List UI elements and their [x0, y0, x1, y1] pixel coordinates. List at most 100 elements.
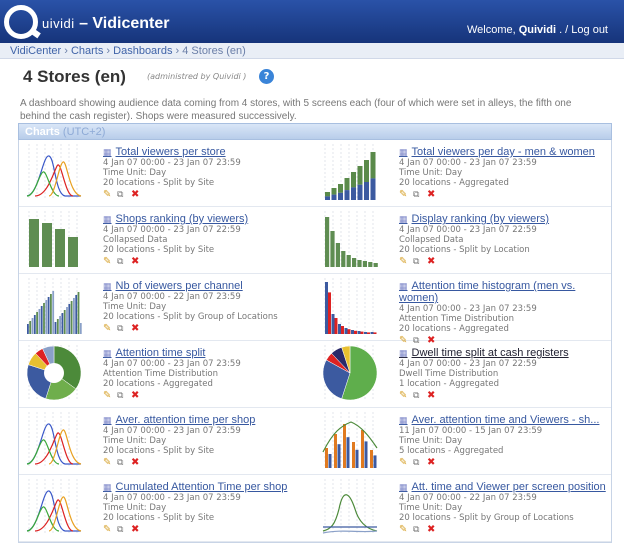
top-bar: uividi – Vidicenter Welcome, Quividi . /… [0, 0, 624, 43]
chart-title-link[interactable]: Att. time and Viewer per screen position [399, 481, 611, 493]
edit-icon[interactable]: ✎ [399, 256, 409, 267]
chart-item: Attention time split4 Jan 07 00:00 - 23 … [19, 341, 315, 408]
chart-dates: 4 Jan 07 00:00 - 23 Jan 07 22:59 [399, 359, 537, 369]
copy-icon[interactable]: ⧉ [117, 458, 127, 468]
chart-title-link[interactable]: Shops ranking (by viewers) [103, 213, 315, 225]
chart-unit: Attention Time Distribution [399, 314, 515, 324]
chart-dates: 4 Jan 07 00:00 - 23 Jan 07 23:59 [103, 493, 241, 503]
chart-thumbnail[interactable] [25, 412, 83, 468]
chart-thumbnail[interactable] [321, 412, 379, 468]
copy-icon[interactable]: ⧉ [117, 525, 127, 535]
edit-icon[interactable]: ✎ [399, 457, 409, 468]
chart-scope: 20 locations - Split by Location [399, 245, 530, 255]
chart-thumbnail[interactable] [321, 278, 379, 334]
chart-unit: Time Unit: Day [103, 168, 167, 178]
app-brand: uividi – Vidicenter [42, 15, 170, 32]
edit-icon[interactable]: ✎ [399, 189, 409, 200]
chart-scope: 20 locations - Split by Group of Locatio… [399, 513, 574, 523]
chart-title-link[interactable]: Display ranking (by viewers) [399, 213, 611, 225]
breadcrumb-charts[interactable]: Charts [71, 45, 103, 57]
edit-icon[interactable]: ✎ [103, 189, 113, 200]
chart-dates: 4 Jan 07 00:00 - 23 Jan 07 23:59 [103, 158, 241, 168]
edit-icon[interactable]: ✎ [103, 390, 113, 401]
chart-thumbnail[interactable] [25, 278, 83, 334]
edit-icon[interactable]: ✎ [399, 390, 409, 401]
chart-actions: ✎ ⧉ ✖ [399, 524, 611, 535]
page-title: 4 Stores (en) [23, 67, 126, 86]
delete-icon[interactable]: ✖ [131, 189, 141, 200]
edit-icon[interactable]: ✎ [103, 323, 113, 334]
logout-link[interactable]: . / Log out [559, 24, 608, 36]
copy-icon[interactable]: ⧉ [413, 257, 423, 267]
chart-unit: Collapsed Data [399, 235, 464, 245]
chart-item: Nb of viewers per channel4 Jan 07 00:00 … [19, 274, 315, 341]
chart-thumbnail[interactable] [25, 479, 83, 535]
delete-icon[interactable]: ✖ [131, 323, 141, 334]
copy-icon[interactable]: ⧉ [413, 458, 423, 468]
delete-icon[interactable]: ✖ [131, 256, 141, 267]
chart-thumbnail[interactable] [321, 345, 379, 401]
chart-thumbnail[interactable] [321, 479, 379, 535]
chart-title-link[interactable]: Total viewers per store [103, 146, 315, 158]
chart-item: Cumulated Attention Time per shop4 Jan 0… [19, 475, 315, 542]
username[interactable]: Quividi [519, 24, 556, 36]
copy-icon[interactable]: ⧉ [117, 257, 127, 267]
chart-dates: 4 Jan 07 00:00 - 22 Jan 07 23:59 [103, 292, 241, 302]
chart-actions: ✎ ⧉ ✖ [103, 457, 315, 468]
chart-unit: Time Unit: Day [399, 436, 463, 446]
chart-unit: Time Unit: Day [399, 503, 463, 513]
chart-title-link[interactable]: Aver. attention time and Viewers - sh... [399, 414, 611, 426]
chart-title-link[interactable]: Cumulated Attention Time per shop [103, 481, 315, 493]
chart-thumbnail[interactable] [25, 144, 83, 200]
chart-item: Aver. attention time and Viewers - sh...… [315, 408, 611, 475]
chart-item: Shops ranking (by viewers)4 Jan 07 00:00… [19, 207, 315, 274]
delete-icon[interactable]: ✖ [131, 524, 141, 535]
copy-icon[interactable]: ⧉ [117, 190, 127, 200]
chart-thumbnail[interactable] [25, 345, 83, 401]
edit-icon[interactable]: ✎ [103, 256, 113, 267]
breadcrumb-vidicenter[interactable]: VidiCenter [10, 45, 61, 57]
chart-dates: 4 Jan 07 00:00 - 23 Jan 07 22:59 [399, 225, 537, 235]
welcome-area: Welcome, Quividi . / Log out [466, 24, 608, 36]
chart-dates: 4 Jan 07 00:00 - 22 Jan 07 23:59 [399, 493, 537, 503]
copy-icon[interactable]: ⧉ [117, 324, 127, 334]
delete-icon[interactable]: ✖ [427, 390, 437, 401]
chart-title-link[interactable]: Aver. attention time per shop [103, 414, 315, 426]
chart-actions: ✎ ⧉ ✖ [399, 189, 611, 200]
copy-icon[interactable]: ⧉ [413, 525, 423, 535]
chart-scope: 20 locations - Split by Site [103, 178, 215, 188]
chart-dates: 11 Jan 07 00:00 - 15 Jan 07 23:59 [399, 426, 543, 436]
delete-icon[interactable]: ✖ [131, 457, 141, 468]
chart-actions: ✎ ⧉ ✖ [399, 457, 611, 468]
delete-icon[interactable]: ✖ [427, 524, 437, 535]
chart-thumbnail[interactable] [321, 211, 379, 267]
chart-thumbnail[interactable] [321, 144, 379, 200]
edit-icon[interactable]: ✎ [103, 524, 113, 535]
breadcrumb-current: 4 Stores (en) [182, 45, 246, 57]
delete-icon[interactable]: ✖ [131, 390, 141, 401]
copy-icon[interactable]: ⧉ [413, 391, 423, 401]
delete-icon[interactable]: ✖ [427, 457, 437, 468]
chart-unit: Time Unit: Day [103, 302, 167, 312]
copy-icon[interactable]: ⧉ [413, 190, 423, 200]
chart-thumbnail[interactable] [25, 211, 83, 267]
delete-icon[interactable]: ✖ [427, 189, 437, 200]
chart-scope: 20 locations - Aggregated [399, 178, 509, 188]
chart-item: Aver. attention time per shop4 Jan 07 00… [19, 408, 315, 475]
chart-item: Dwell time split at cash registers4 Jan … [315, 341, 611, 408]
edit-icon[interactable]: ✎ [103, 457, 113, 468]
admin-note: (administred by Quividi ) [147, 72, 247, 81]
chart-title-link[interactable]: Attention time split [103, 347, 315, 359]
chart-item: Display ranking (by viewers)4 Jan 07 00:… [315, 207, 611, 274]
chart-title-link[interactable]: Dwell time split at cash registers [399, 347, 611, 359]
delete-icon[interactable]: ✖ [427, 256, 437, 267]
chart-title-link[interactable]: Attention time histogram (men vs. women) [399, 280, 611, 304]
chart-title-link[interactable]: Nb of viewers per channel [103, 280, 315, 292]
edit-icon[interactable]: ✎ [399, 524, 409, 535]
copy-icon[interactable]: ⧉ [117, 391, 127, 401]
chart-dates: 4 Jan 07 00:00 - 23 Jan 07 23:59 [103, 359, 241, 369]
chart-title-link[interactable]: Total viewers per day - men & women [399, 146, 611, 158]
breadcrumb-dashboards[interactable]: Dashboards [113, 45, 172, 57]
help-icon[interactable]: ? [259, 69, 274, 84]
chart-dates: 4 Jan 07 00:00 - 23 Jan 07 23:59 [399, 158, 537, 168]
